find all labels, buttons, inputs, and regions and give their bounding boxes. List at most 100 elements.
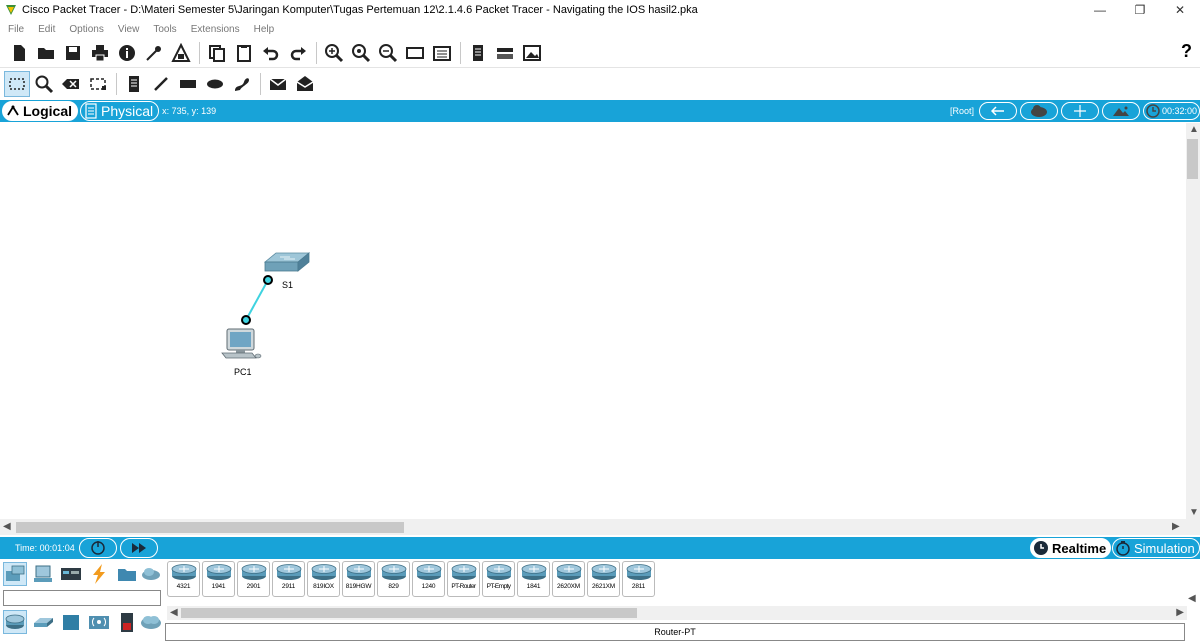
ellipse-tool[interactable] bbox=[202, 71, 228, 97]
paste-button[interactable] bbox=[231, 40, 257, 66]
model-1841[interactable]: 1841 bbox=[517, 561, 550, 597]
menu-help[interactable]: Help bbox=[254, 24, 275, 35]
activity-wizard-button[interactable] bbox=[141, 40, 167, 66]
palette-collapse-icon[interactable]: ◀ bbox=[1188, 593, 1196, 604]
model-1941[interactable]: 1941 bbox=[202, 561, 235, 597]
menu-extensions[interactable]: Extensions bbox=[191, 24, 240, 35]
workspace-horizontal-scrollbar[interactable]: ◀ ▶ bbox=[0, 519, 1200, 535]
scroll-right-icon[interactable]: ▶ bbox=[1176, 607, 1184, 618]
simple-pdu-tool[interactable] bbox=[265, 71, 291, 97]
scroll-right-icon[interactable]: ▶ bbox=[1172, 521, 1180, 532]
horizontal-scroll-thumb[interactable] bbox=[16, 522, 404, 533]
undo-button[interactable] bbox=[258, 40, 284, 66]
line-tool[interactable] bbox=[148, 71, 174, 97]
scroll-down-icon[interactable]: ▼ bbox=[1189, 507, 1199, 518]
power-cycle-button[interactable] bbox=[79, 538, 117, 558]
vertical-scroll-thumb[interactable] bbox=[1187, 139, 1198, 179]
new-file-button[interactable] bbox=[6, 40, 32, 66]
pdu-button[interactable] bbox=[168, 40, 194, 66]
image-button[interactable] bbox=[519, 40, 545, 66]
notes-button[interactable] bbox=[465, 40, 491, 66]
category-multiuser[interactable] bbox=[139, 562, 163, 586]
menu-file[interactable]: File bbox=[8, 24, 24, 35]
simulation-mode-button[interactable]: Simulation bbox=[1112, 538, 1200, 558]
logical-workspace[interactable]: S1 PC1 bbox=[0, 123, 1186, 519]
print-button[interactable] bbox=[87, 40, 113, 66]
note-tool[interactable] bbox=[121, 71, 147, 97]
category-end-devices[interactable] bbox=[31, 562, 55, 586]
menu-edit[interactable]: Edit bbox=[38, 24, 55, 35]
model-2911[interactable]: 2911 bbox=[272, 561, 305, 597]
select-tool[interactable] bbox=[4, 71, 30, 97]
complex-pdu-tool[interactable] bbox=[292, 71, 318, 97]
model-2620xm[interactable]: 2620XM bbox=[552, 561, 585, 597]
help-button[interactable]: ? bbox=[1181, 41, 1192, 62]
model-2901[interactable]: 2901 bbox=[237, 561, 270, 597]
topology-canvas[interactable] bbox=[0, 123, 1186, 519]
link-s1-pc1[interactable] bbox=[245, 279, 269, 321]
restore-button[interactable]: ❐ bbox=[1120, 0, 1160, 20]
copy-button[interactable] bbox=[204, 40, 230, 66]
model-scroll-thumb[interactable] bbox=[181, 608, 637, 618]
zoom-in-button[interactable] bbox=[321, 40, 347, 66]
subcategory-wan-emulation[interactable] bbox=[139, 610, 163, 634]
menu-options[interactable]: Options bbox=[69, 24, 103, 35]
new-cluster-button[interactable] bbox=[1019, 102, 1058, 120]
viewport-clock[interactable]: 00:32:00 bbox=[1142, 102, 1200, 120]
custom-device-button[interactable] bbox=[429, 40, 455, 66]
device-dialog-button[interactable] bbox=[492, 40, 518, 66]
save-button[interactable] bbox=[60, 40, 86, 66]
logical-view-icon bbox=[7, 105, 19, 116]
model-829[interactable]: 829 bbox=[377, 561, 410, 597]
model-2621xm[interactable]: 2621XM bbox=[587, 561, 620, 597]
move-object-button[interactable] bbox=[1060, 102, 1099, 120]
fast-forward-button[interactable] bbox=[120, 538, 158, 558]
set-background-button[interactable] bbox=[1101, 102, 1140, 120]
model-819hgw[interactable]: 819HGW bbox=[342, 561, 375, 597]
inspect-tool[interactable] bbox=[31, 71, 57, 97]
subcategory-switches[interactable] bbox=[31, 610, 55, 634]
subcategory-hubs[interactable] bbox=[59, 610, 83, 634]
switch-icon[interactable] bbox=[263, 252, 311, 272]
multiuser-icon bbox=[142, 568, 160, 580]
category-connections[interactable] bbox=[87, 562, 111, 586]
category-network-devices[interactable] bbox=[3, 562, 27, 586]
pc-icon[interactable] bbox=[221, 328, 262, 359]
model-819iox[interactable]: 819IOX bbox=[307, 561, 340, 597]
menu-view[interactable]: View bbox=[118, 24, 140, 35]
category-components[interactable] bbox=[59, 562, 83, 586]
category-miscellaneous[interactable] bbox=[115, 562, 139, 586]
zoom-out-button[interactable] bbox=[375, 40, 401, 66]
workspace-vertical-scrollbar[interactable]: ▲ ▼ bbox=[1186, 123, 1200, 519]
model-pt-router[interactable]: PT-Router bbox=[447, 561, 480, 597]
realtime-mode-button[interactable]: Realtime bbox=[1030, 538, 1112, 558]
close-button[interactable]: ✕ bbox=[1160, 0, 1200, 20]
minimize-button[interactable]: — bbox=[1080, 0, 1120, 20]
model-pt-empty[interactable]: PT-Empty bbox=[482, 561, 515, 597]
tab-logical[interactable]: Logical bbox=[2, 101, 79, 121]
scroll-up-icon[interactable]: ▲ bbox=[1189, 124, 1199, 135]
back-button[interactable] bbox=[978, 102, 1017, 120]
subcategory-security[interactable] bbox=[115, 610, 139, 634]
device-search-box[interactable] bbox=[3, 590, 161, 606]
open-button[interactable] bbox=[33, 40, 59, 66]
open-icon bbox=[38, 47, 54, 59]
resize-tool[interactable] bbox=[85, 71, 111, 97]
scroll-left-icon[interactable]: ◀ bbox=[170, 607, 178, 618]
drawing-palette-button[interactable] bbox=[402, 40, 428, 66]
freeform-tool[interactable] bbox=[229, 71, 255, 97]
zoom-reset-button[interactable] bbox=[348, 40, 374, 66]
subcategory-routers[interactable] bbox=[3, 610, 27, 634]
model-1240[interactable]: 1240 bbox=[412, 561, 445, 597]
scroll-left-icon[interactable]: ◀ bbox=[3, 521, 11, 532]
model-list-scrollbar[interactable]: ◀ ▶ bbox=[167, 606, 1187, 620]
menu-tools[interactable]: Tools bbox=[153, 24, 176, 35]
subcategory-wireless[interactable] bbox=[87, 610, 111, 634]
info-button[interactable] bbox=[114, 40, 140, 66]
model-2811[interactable]: 2811 bbox=[622, 561, 655, 597]
redo-button[interactable] bbox=[285, 40, 311, 66]
tab-physical[interactable]: Physical bbox=[80, 101, 160, 121]
delete-tool[interactable] bbox=[58, 71, 84, 97]
rectangle-tool[interactable] bbox=[175, 71, 201, 97]
model-4321[interactable]: 4321 bbox=[167, 561, 200, 597]
